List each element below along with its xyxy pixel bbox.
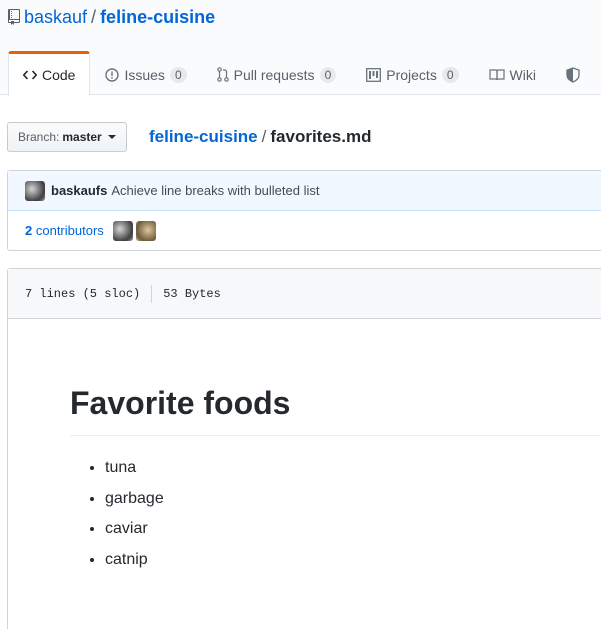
tab-code[interactable]: Code [8, 51, 91, 96]
commit-author[interactable]: baskaufs [51, 183, 107, 198]
book-icon [488, 68, 505, 81]
tab-projects-label: Projects [386, 66, 437, 83]
contributors-link[interactable]: 2 contributors [25, 223, 104, 238]
contributors-label: contributors [35, 223, 104, 238]
file-size: 53 Bytes [163, 286, 221, 301]
tab-issues-label: Issues [124, 66, 165, 83]
repo-icon [8, 8, 20, 30]
file-info-divider [151, 284, 153, 303]
file-line-count: 7 lines (5 sloc) [25, 286, 141, 301]
latest-commit-row: baskaufs Achieve line breaks with bullet… [8, 171, 601, 211]
breadcrumb-repo-link[interactable]: feline-cuisine [149, 127, 258, 146]
tab-pull-requests[interactable]: Pull requests 0 [202, 51, 352, 96]
markdown-heading: Favorite foods [70, 381, 601, 436]
project-icon [366, 67, 382, 82]
breadcrumb-file-name: favorites.md [270, 127, 372, 146]
markdown-list: tuna garbage caviar catnip [70, 453, 601, 575]
list-item: caviar [105, 514, 601, 545]
repo-title-separator: / [91, 7, 97, 27]
pull-requests-counter: 0 [319, 66, 337, 83]
commit-author-avatar[interactable] [25, 180, 45, 201]
repo-title: baskauf / feline-cuisine [8, 6, 215, 30]
branch-select-button[interactable]: Branch: master [7, 122, 127, 152]
branch-label: Branch: [18, 130, 60, 144]
file-viewer: 7 lines (5 sloc) 53 Bytes Favorite foods… [7, 268, 601, 629]
chevron-down-icon [107, 135, 116, 139]
projects-counter: 0 [441, 66, 459, 83]
tab-projects[interactable]: Projects 0 [351, 51, 473, 96]
code-icon [23, 69, 37, 81]
tab-pull-requests-label: Pull requests [233, 66, 315, 83]
commit-message[interactable]: Achieve line breaks with bulleted list [111, 183, 319, 198]
breadcrumb-separator: / [261, 127, 267, 146]
tab-security[interactable] [551, 51, 600, 96]
tab-wiki-label: Wiki [509, 66, 536, 83]
tab-wiki[interactable]: Wiki [474, 51, 551, 96]
tab-code-label: Code [42, 66, 76, 83]
commit-info-box: baskaufs Achieve line breaks with bullet… [7, 170, 601, 251]
list-item: garbage [105, 484, 601, 515]
rendered-markdown: Favorite foods tuna garbage caviar catni… [70, 381, 601, 575]
issues-counter: 0 [169, 66, 187, 83]
tab-issues[interactable]: Issues 0 [90, 51, 201, 96]
contributors-count: 2 [25, 223, 33, 238]
contributor-avatar[interactable] [112, 220, 133, 241]
contributor-avatar[interactable] [135, 220, 156, 241]
issue-icon [105, 67, 120, 82]
file-header: 7 lines (5 sloc) 53 Bytes [8, 269, 601, 319]
file-breadcrumb: feline-cuisine / favorites.md [149, 126, 371, 148]
pull-request-icon [216, 67, 229, 82]
repo-name-link[interactable]: feline-cuisine [100, 7, 215, 27]
repo-owner-link[interactable]: baskauf [24, 7, 87, 27]
list-item: catnip [105, 545, 601, 576]
repository-header: baskauf / feline-cuisine Code Issues 0 Pul… [0, 0, 601, 96]
list-item: tuna [105, 453, 601, 484]
shield-icon [566, 66, 580, 83]
repo-nav-tabs: Code Issues 0 Pull requests 0 Projects 0 [8, 51, 600, 96]
contributors-row: 2 contributors [8, 211, 601, 250]
branch-value: master [62, 130, 102, 144]
